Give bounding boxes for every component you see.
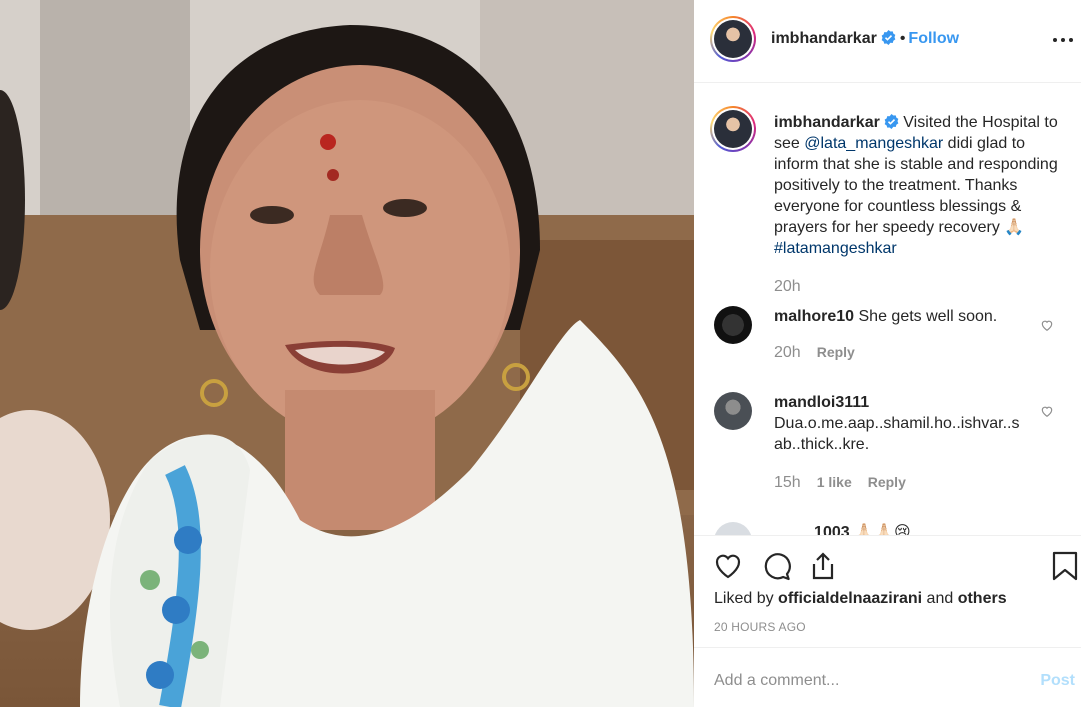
caption-timestamp[interactable]: 20h <box>774 276 1064 297</box>
more-options-icon[interactable] <box>1051 28 1075 52</box>
like-comment-heart-icon[interactable] <box>1040 404 1054 418</box>
comment-body: 🙏🏻🙏🏻😢 <box>854 524 911 535</box>
comment-body: She gets well soon. <box>858 308 998 325</box>
caption-mention-link[interactable]: @lata_mangeshkar <box>804 135 943 152</box>
commenter-username[interactable]: ____ 1003 <box>774 524 850 535</box>
comments-list[interactable]: imbhandarkar Visited the Hospital to see… <box>694 84 1081 535</box>
author-line: imbhandarkar • Follow <box>771 30 959 48</box>
comment-meta: 20h Reply <box>774 344 855 362</box>
liked-by-and: and <box>922 590 958 607</box>
like-comment-heart-icon[interactable] <box>1040 318 1054 332</box>
post-header: imbhandarkar • Follow <box>694 0 1081 83</box>
liked-by-prefix: Liked by <box>714 590 779 607</box>
reply-button[interactable]: Reply <box>817 344 855 360</box>
liked-by-line: Liked by officialdelnaazirani and others <box>714 590 1007 608</box>
caption-avatar[interactable] <box>710 106 756 152</box>
caption-text: imbhandarkar Visited the Hospital to see… <box>774 112 1064 297</box>
comment-body: Dua.o.me.aap..shamil.ho..ishvar..s ab..t… <box>774 415 1020 453</box>
verified-badge-icon <box>881 30 896 45</box>
commenter-avatar[interactable] <box>714 392 752 430</box>
comment-bubble-icon[interactable] <box>760 550 792 582</box>
author-avatar[interactable] <box>710 16 756 62</box>
add-comment-bar: Add a comment... Post <box>694 647 1081 707</box>
caption-username[interactable]: imbhandarkar <box>774 114 880 131</box>
like-heart-icon[interactable] <box>712 550 744 582</box>
comment-text: malhore10 She gets well soon. <box>774 306 1024 327</box>
verified-badge-icon <box>884 114 899 129</box>
caption-hashtag-link[interactable]: #latamangeshkar <box>774 240 897 257</box>
commenter-avatar[interactable] <box>714 306 752 344</box>
comment-text: mandloi3111 Dua.o.me.aap..shamil.ho..ish… <box>774 392 1024 455</box>
post-side-panel: imbhandarkar • Follow imbhandarkar Visited… <box>694 0 1081 707</box>
save-bookmark-icon[interactable] <box>1049 550 1081 582</box>
post-actions: Liked by officialdelnaazirani and others… <box>694 535 1081 647</box>
commenter-avatar[interactable] <box>714 522 752 535</box>
comment-input[interactable]: Add a comment... <box>714 672 839 690</box>
liked-by-others[interactable]: others <box>958 590 1007 607</box>
author-username[interactable]: imbhandarkar <box>771 30 877 47</box>
reply-button[interactable]: Reply <box>868 474 906 490</box>
comment-meta: 15h 1 like Reply <box>774 474 906 492</box>
comment-like-count[interactable]: 1 like <box>817 474 852 490</box>
photo-elderly-woman-white-saree <box>0 0 694 707</box>
post-photo[interactable] <box>0 0 694 707</box>
praying-hands-emoji: 🙏🏻 <box>1004 219 1025 236</box>
post-comment-button[interactable]: Post <box>1040 672 1075 690</box>
commenter-username[interactable]: mandloi3111 <box>774 394 869 411</box>
liked-by-user[interactable]: officialdelnaazirani <box>778 590 922 607</box>
commenter-username[interactable]: malhore10 <box>774 308 854 325</box>
comment-timestamp[interactable]: 20h <box>774 344 801 361</box>
comment-timestamp[interactable]: 15h <box>774 474 801 491</box>
separator-dot: • <box>899 30 906 47</box>
follow-button[interactable]: Follow <box>908 30 959 47</box>
share-icon[interactable] <box>807 550 839 582</box>
post-time-ago[interactable]: 20 HOURS AGO <box>714 620 806 634</box>
comment-text: ____ 1003 🙏🏻🙏🏻😢 <box>774 522 1024 535</box>
